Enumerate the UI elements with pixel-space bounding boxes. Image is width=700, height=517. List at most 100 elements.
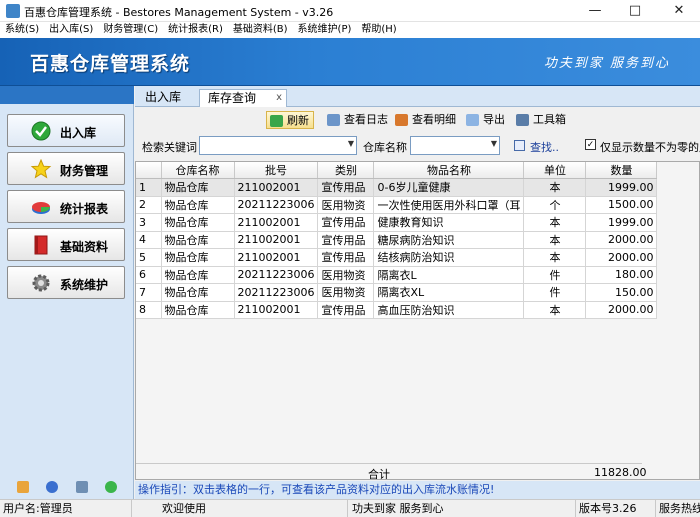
view-log-button[interactable]: 查看日志: [324, 111, 392, 129]
total-value: 11828.00: [594, 466, 647, 479]
minimize-button[interactable]: —: [580, 0, 610, 22]
sidebar-item-reports[interactable]: 统计报表: [7, 190, 125, 223]
table-row[interactable]: 7 物品仓库 20211223006 医用物资 隔离衣XL 件 150.00: [136, 283, 658, 302]
row-number: 6: [136, 266, 162, 284]
table-row[interactable]: 3 物品仓库 211002001 宣传用品 健康教育知识 本 1999.00: [136, 213, 658, 232]
table-row[interactable]: 8 物品仓库 211002001 宣传用品 高血压防治知识 本 2000.00: [136, 301, 658, 319]
table-cell: 20211223006: [234, 266, 319, 284]
close-button[interactable]: ✕: [664, 0, 694, 22]
status-user: 用户名:管理员: [0, 500, 132, 517]
view-detail-label: 查看明细: [412, 113, 456, 126]
column-header[interactable]: 类别: [317, 162, 375, 179]
chevron-down-icon: ▼: [347, 139, 354, 148]
status-slogan: 功夫到家 服务到心: [348, 500, 576, 517]
sidebar-shortcuts: [0, 476, 134, 498]
menu-system[interactable]: 系统(S): [0, 22, 44, 38]
table-cell: 物品仓库: [161, 196, 235, 214]
table-cell: 本: [523, 248, 587, 267]
menu-bar: 系统(S) 出入库(S) 财务管理(C) 统计报表(R) 基础资料(B) 系统维…: [0, 22, 700, 38]
menu-maintenance[interactable]: 系统维护(P): [293, 22, 357, 38]
row-number: 4: [136, 231, 162, 249]
column-header[interactable]: 仓库名称: [161, 162, 235, 179]
keyword-label: 检索关键词: [142, 141, 197, 154]
table-cell: 医用物资: [317, 266, 375, 284]
warehouse-label: 仓库名称: [363, 141, 407, 154]
nonzero-checkbox[interactable]: ✓ 仅显示数量不为零的产品: [585, 139, 700, 155]
pie-chart-icon: [32, 202, 50, 214]
total-row: 合计 11828.00: [136, 463, 647, 479]
menu-basic-data[interactable]: 基础资料(B): [228, 22, 293, 38]
refresh-icon: [270, 115, 283, 127]
chevron-down-icon: ▼: [490, 139, 497, 148]
table-cell: 宣传用品: [317, 231, 375, 249]
view-log-label: 查看日志: [344, 113, 388, 126]
sidebar-item-maintenance[interactable]: 系统维护: [7, 266, 125, 299]
toolbar: 刷新 查看日志 查看明细 导出 工具箱: [135, 108, 700, 132]
table-cell: 1999.00: [585, 178, 658, 197]
row-number: 7: [136, 283, 162, 302]
note-icon[interactable]: [16, 481, 29, 493]
maximize-button[interactable]: □: [620, 0, 650, 22]
row-number: 1: [136, 178, 162, 197]
table-cell: 2000.00: [585, 248, 658, 267]
table-cell: 20211223006: [234, 283, 319, 302]
column-header[interactable]: 物品名称: [373, 162, 525, 179]
title-bar: 百惠仓库管理系统 - Bestores Management System - …: [0, 0, 700, 22]
warehouse-combo[interactable]: ▼: [410, 136, 500, 155]
table-cell: 180.00: [585, 266, 658, 284]
table-cell: 物品仓库: [161, 266, 235, 284]
table-row[interactable]: 6 物品仓库 20211223006 医用物资 隔离衣L 件 180.00: [136, 266, 658, 284]
menu-stock[interactable]: 出入库(S): [44, 22, 98, 38]
column-header[interactable]: 数量: [585, 162, 658, 179]
sidebar-item-label: 财务管理: [60, 164, 109, 178]
table-row[interactable]: 4 物品仓库 211002001 宣传用品 糖尿病防治知识 本 2000.00: [136, 231, 658, 249]
table-cell: 件: [523, 283, 587, 302]
refresh-icon[interactable]: [105, 481, 118, 493]
table-cell: 本: [523, 213, 587, 232]
nonzero-label: 仅显示数量不为零的产品: [600, 141, 700, 154]
menu-help[interactable]: 帮助(H): [356, 22, 401, 38]
sidebar-item-stock[interactable]: 出入库: [7, 114, 125, 147]
status-bar: 用户名:管理员 欢迎使用 功夫到家 服务到心 版本号3.26 服务热线: [0, 499, 700, 517]
refresh-label: 刷新: [287, 114, 309, 127]
column-header[interactable]: [136, 162, 162, 179]
refresh-button[interactable]: 刷新: [266, 111, 314, 129]
sidebar-item-finance[interactable]: 财务管理: [7, 152, 125, 185]
sidebar-item-basic-data[interactable]: 基础资料: [7, 228, 125, 261]
clock-icon[interactable]: [46, 481, 59, 493]
status-version: 版本号3.26: [576, 500, 656, 517]
column-header[interactable]: 批号: [234, 162, 319, 179]
table-cell: 物品仓库: [161, 248, 235, 267]
house-icon: [395, 114, 408, 126]
menu-finance[interactable]: 财务管理(C): [98, 22, 163, 38]
menu-reports[interactable]: 统计报表(R): [163, 22, 228, 38]
calendar-icon: [327, 114, 340, 126]
toolbox-button[interactable]: 工具箱: [513, 111, 570, 129]
calculator-icon[interactable]: [75, 481, 88, 493]
tab-stock[interactable]: 出入库: [137, 89, 189, 107]
table-cell: 宣传用品: [317, 178, 375, 197]
banner: 百惠仓库管理系统 功夫到家 服务到心: [0, 38, 700, 86]
tab-inventory-query[interactable]: 库存查询 x: [199, 89, 287, 107]
checkmark-icon: [31, 121, 51, 141]
table-cell: 1500.00: [585, 196, 658, 214]
gear-icon: [32, 274, 50, 292]
close-tab-icon[interactable]: x: [276, 90, 282, 106]
sidebar-item-label: 出入库: [60, 126, 97, 140]
table-row[interactable]: 5 物品仓库 211002001 宣传用品 结核病防治知识 本 2000.00: [136, 248, 658, 267]
row-number: 5: [136, 248, 162, 267]
table-cell: 宣传用品: [317, 248, 375, 267]
export-button[interactable]: 导出: [463, 111, 509, 129]
table-row[interactable]: 2 物品仓库 20211223006 医用物资 一次性使用医用外科口罩（耳 个 …: [136, 196, 658, 214]
table-cell: 宣传用品: [317, 213, 375, 232]
sidebar-item-label: 系统维护: [60, 278, 109, 292]
column-header[interactable]: 单位: [523, 162, 587, 179]
table-row[interactable]: 1 物品仓库 211002001 宣传用品 0-6岁儿童健康 本 1999.00: [136, 178, 658, 197]
find-link[interactable]: 查找..: [514, 139, 559, 155]
window-title: 百惠仓库管理系统 - Bestores Management System - …: [24, 6, 334, 19]
table-cell: 隔离衣L: [373, 266, 525, 284]
keyword-combo[interactable]: ▼: [199, 136, 357, 155]
main-content: 出入库 库存查询 x 刷新 查看日志 查看明细 导出 工具箱 检索关键词 ▼ 仓…: [135, 86, 700, 499]
view-detail-button[interactable]: 查看明细: [392, 111, 460, 129]
table-cell: 211002001: [234, 178, 319, 197]
